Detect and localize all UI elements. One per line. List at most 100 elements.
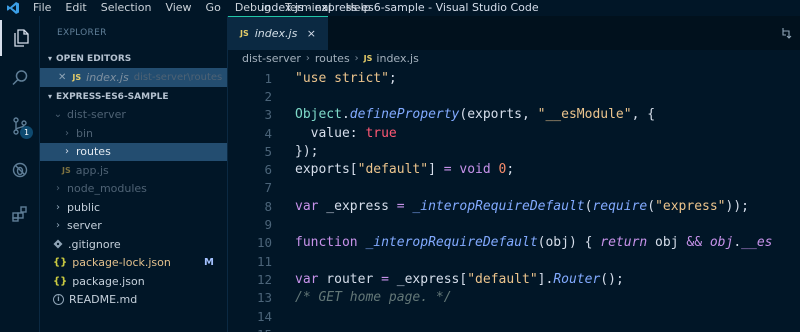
menu-terminal[interactable]: Terminal bbox=[278, 0, 339, 16]
menu-bar: File Edit Selection View Go Debug Termin… bbox=[26, 0, 378, 16]
menu-edit[interactable]: Edit bbox=[58, 0, 93, 16]
code-text: var _express = _interopRequireDefault (re… bbox=[295, 199, 749, 214]
code-line[interactable]: 4 value: true bbox=[228, 124, 800, 142]
menu-view[interactable]: View bbox=[158, 0, 198, 16]
code-token: ] bbox=[428, 162, 444, 178]
chevron-right-icon: › bbox=[56, 201, 60, 213]
menu-file[interactable]: File bbox=[26, 0, 58, 16]
breadcrumb-item[interactable]: index.js bbox=[376, 52, 418, 65]
code-token: _interopRequireDefault bbox=[365, 235, 538, 251]
tree-item-gitignore[interactable]: .gitignore bbox=[40, 235, 227, 254]
code-line[interactable]: 12 var router = _express["default"].Route… bbox=[228, 270, 800, 288]
tree-item-node-modules[interactable]: › node_modules bbox=[40, 180, 227, 199]
tree-item-app-js[interactable]: JS app.js bbox=[40, 161, 227, 180]
line-number: 14 bbox=[256, 308, 272, 324]
menu-go[interactable]: Go bbox=[199, 0, 228, 16]
tree-item-label: package-lock.json bbox=[72, 256, 171, 270]
code-line[interactable]: 11 bbox=[228, 252, 800, 270]
code-token: "express" bbox=[655, 198, 726, 214]
title-bar: File Edit Selection View Go Debug Termin… bbox=[0, 0, 800, 16]
chevron-down-icon: ▾ bbox=[47, 54, 52, 63]
code-token: }); bbox=[295, 143, 319, 159]
line-number: 1 bbox=[264, 70, 272, 86]
code-line[interactable]: 15 bbox=[228, 325, 800, 332]
code-token: obj bbox=[709, 235, 734, 251]
open-editor-item[interactable]: ✕ JS index.js dist-server\routes bbox=[40, 68, 227, 87]
javascript-file-icon: JS bbox=[62, 165, 71, 175]
code-token: Router bbox=[553, 271, 601, 287]
project-header[interactable]: ▾ EXPRESS-ES6-SAMPLE bbox=[40, 88, 227, 106]
source-control-icon[interactable]: 1 bbox=[0, 108, 40, 144]
menu-debug[interactable]: Debug bbox=[228, 0, 278, 16]
line-number: 7 bbox=[264, 180, 272, 196]
code-token: , { bbox=[631, 107, 656, 123]
breadcrumb-item[interactable]: routes bbox=[315, 52, 350, 65]
tree-item-dist-server[interactable]: ⌄ dist-server bbox=[40, 106, 227, 125]
code-token: var bbox=[295, 198, 319, 214]
code-token: function bbox=[295, 235, 358, 251]
tree-item-package-json[interactable]: {} package.json bbox=[40, 272, 227, 291]
tree-item-label: package.json bbox=[72, 274, 145, 288]
tree-item-package-lock-json[interactable]: {} package-lock.json M bbox=[40, 254, 227, 273]
tree-item-readme-md[interactable]: i README.md bbox=[40, 291, 227, 310]
code-token: _express bbox=[318, 198, 397, 214]
code-line[interactable]: 8 var _express = _interopRequireDefault (r… bbox=[228, 197, 800, 215]
chevron-right-icon: › bbox=[56, 183, 60, 195]
tree-item-routes[interactable]: › routes bbox=[40, 142, 227, 161]
tree-item-label: node_modules bbox=[67, 182, 147, 196]
split-editor-icon[interactable] bbox=[780, 26, 794, 43]
breadcrumb: dist-server › routes › JS index.js bbox=[228, 50, 800, 66]
code-line[interactable]: 14 bbox=[228, 307, 800, 325]
files-icon[interactable] bbox=[0, 20, 40, 56]
tree-item-label: public bbox=[67, 200, 101, 214]
code-token: /* GET home page. */ bbox=[295, 290, 452, 306]
close-icon[interactable]: ✕ bbox=[58, 72, 66, 83]
vscode-logo-icon bbox=[0, 0, 26, 16]
code-token: router bbox=[318, 271, 382, 287]
debug-icon[interactable] bbox=[0, 152, 40, 188]
code-text: function _interopRequireDefault(obj) { r… bbox=[295, 235, 772, 250]
tree-item-bin[interactable]: › bin bbox=[40, 124, 227, 143]
modified-status-badge: M bbox=[204, 257, 214, 269]
tree-item-server[interactable]: › server bbox=[40, 217, 227, 236]
menu-help[interactable]: Help bbox=[339, 0, 378, 16]
menu-selection[interactable]: Selection bbox=[94, 0, 159, 16]
code-token: defineProperty bbox=[349, 107, 460, 123]
code-token: "default" bbox=[357, 162, 429, 178]
code-line[interactable]: 13 /* GET home page. */ bbox=[228, 289, 800, 307]
tab-index-js[interactable]: JS index.js × bbox=[228, 16, 328, 50]
code-line[interactable]: 9 bbox=[228, 215, 800, 233]
open-editors-header[interactable]: ▾ OPEN EDITORS bbox=[40, 50, 227, 68]
line-number: 13 bbox=[256, 290, 272, 306]
code-line[interactable]: 7 bbox=[228, 179, 800, 197]
code-line[interactable]: 6 exports["default"] = void 0; bbox=[228, 161, 800, 179]
close-icon[interactable]: × bbox=[307, 27, 316, 40]
open-editor-name: index.js bbox=[86, 70, 129, 84]
extensions-icon[interactable] bbox=[0, 196, 40, 232]
search-icon[interactable] bbox=[0, 60, 40, 96]
code-editor[interactable]: 1 "use strict"; 2 3 Object.defineProperty(ex… bbox=[228, 66, 800, 332]
chevron-right-icon: › bbox=[65, 127, 69, 139]
code-line[interactable]: 1 "use strict"; bbox=[228, 69, 800, 87]
breadcrumb-item[interactable]: dist-server bbox=[242, 52, 301, 65]
line-number: 5 bbox=[264, 143, 272, 159]
activity-bar: 1 bbox=[0, 16, 40, 332]
tree-item-label: .gitignore bbox=[68, 237, 121, 251]
code-token: (); bbox=[600, 271, 624, 287]
code-line[interactable]: 3 Object.defineProperty(exports, "__esMod… bbox=[228, 106, 800, 124]
line-number: 11 bbox=[256, 253, 272, 269]
code-text: exports["default"] = void 0; bbox=[295, 162, 514, 177]
tree-item-label: dist-server bbox=[67, 108, 126, 122]
tree-item-public[interactable]: › public bbox=[40, 198, 227, 217]
code-line[interactable]: 5}); bbox=[228, 142, 800, 160]
chevron-right-icon: › bbox=[354, 52, 359, 64]
tree-item-label: README.md bbox=[69, 293, 138, 307]
tree-item-label: routes bbox=[76, 145, 111, 159]
code-text: }); bbox=[295, 144, 318, 159]
code-token: var bbox=[295, 271, 319, 287]
code-line[interactable]: 10 function _interopRequireDefault(obj) {… bbox=[228, 234, 800, 252]
code-line[interactable]: 2 bbox=[228, 87, 800, 105]
chevron-right-icon: › bbox=[305, 52, 310, 64]
code-token: exports[ bbox=[295, 162, 358, 178]
